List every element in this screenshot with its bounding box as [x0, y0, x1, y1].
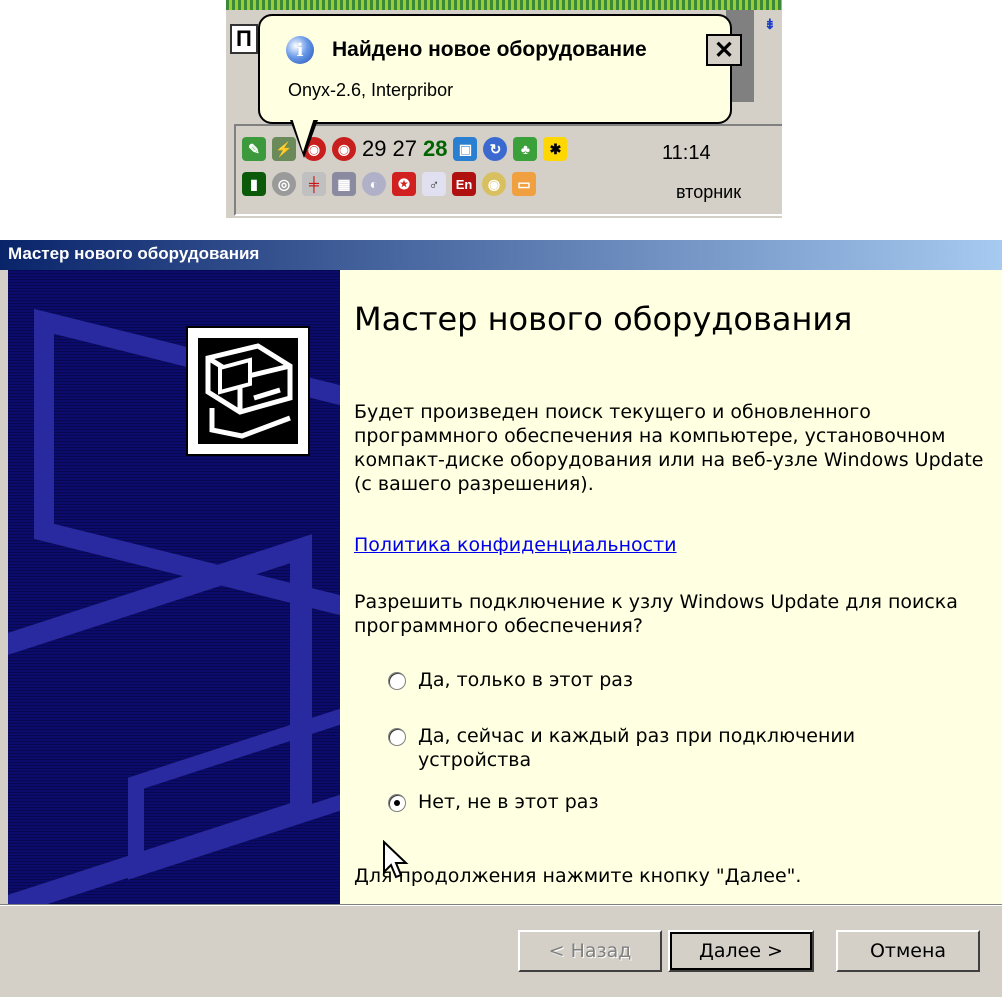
hardware-box-icon: [186, 326, 310, 456]
radio-button[interactable]: [388, 728, 406, 746]
radio-label: Нет, не в этот раз: [418, 791, 599, 813]
balloon-close-button[interactable]: ✕: [706, 34, 742, 66]
clock-time[interactable]: 11:14: [662, 142, 711, 165]
hardware-card-icon: [205, 343, 293, 439]
monitor-icon[interactable]: ▣: [453, 137, 478, 161]
clock-day: вторник: [676, 182, 742, 202]
window-title: Мастер нового оборудования: [8, 244, 260, 263]
mouse-cursor-icon: [383, 840, 409, 879]
tray-temp-3: 28: [422, 136, 448, 161]
folder-icon[interactable]: ▭: [512, 172, 536, 196]
tray-temp-1: 29: [362, 136, 387, 161]
wizard-content: Мастер нового оборудования Будет произве…: [340, 270, 1002, 904]
headset-icon-2[interactable]: ◉: [332, 137, 356, 161]
taskbar-partial-button[interactable]: П: [230, 24, 258, 54]
globe-icon[interactable]: ◐: [362, 172, 386, 196]
button-bar-divider: [0, 904, 1002, 906]
balloon-title: Найдено новое оборудование: [332, 38, 647, 61]
radio-label: Да, только в этот раз: [418, 669, 634, 691]
balloon-tail-fill: [292, 118, 314, 152]
cancel-button[interactable]: Отмена: [836, 930, 980, 972]
radio-button[interactable]: [388, 672, 406, 690]
radio-label: Да, сейчас и каждый раз при подключении …: [418, 725, 856, 771]
radio-button-selected[interactable]: [388, 794, 406, 812]
mouse-icon[interactable]: ♂: [422, 172, 446, 196]
radio-option-no[interactable]: Нет, не в этот раз: [388, 790, 599, 814]
continue-hint: Для продолжения нажмите кнопку "Далее".: [354, 865, 802, 887]
security-lock-icon[interactable]: ♣: [513, 137, 538, 161]
sync-icon[interactable]: ↻: [483, 137, 508, 161]
new-hardware-wizard: Мастер нового оборудования Мастер нового…: [0, 240, 1002, 997]
desktop-strip: [226, 0, 782, 10]
wizard-intro: Будет произведен поиск текущего и обновл…: [354, 401, 984, 495]
keyboard-icon[interactable]: ▦: [332, 172, 356, 196]
info-icon: i: [286, 36, 314, 64]
balloon-body: Onyx-2.6, Interpribor: [288, 80, 454, 100]
wizard-side-banner: [8, 270, 340, 904]
update-question: Разрешить подключение к узлу Windows Upd…: [354, 591, 958, 637]
flash-icon[interactable]: ✪: [392, 172, 416, 196]
window-titlebar[interactable]: Мастер нового оборудования: [0, 240, 1002, 270]
pen-tool-icon[interactable]: ✎: [242, 137, 266, 161]
privacy-policy-link[interactable]: Политика конфиденциальности: [354, 534, 677, 556]
cd-drive-icon[interactable]: ◉: [482, 172, 506, 196]
chart-bars-icon[interactable]: ▮: [242, 172, 266, 196]
radio-option-always[interactable]: Да, сейчас и каждый раз при подключении …: [388, 724, 908, 772]
next-button[interactable]: Далее >: [668, 930, 814, 972]
disk-icon[interactable]: ◎: [272, 172, 296, 196]
tray-temp-2: 27: [392, 136, 417, 161]
scroll-down-icon[interactable]: ⇟: [764, 16, 776, 33]
language-indicator[interactable]: En: [452, 172, 476, 196]
radio-option-once[interactable]: Да, только в этот раз: [388, 668, 633, 692]
wizard-heading: Мастер нового оборудования: [354, 300, 853, 338]
new-hardware-balloon[interactable]: i Найдено новое оборудование ✕ Onyx-2.6,…: [258, 14, 742, 158]
thermometer-icon[interactable]: ╪: [302, 172, 326, 196]
bug-icon[interactable]: ✱: [543, 137, 568, 161]
back-button[interactable]: < Назад: [518, 930, 662, 972]
tray-icons-row-2: ▮ ◎ ╪ ▦ ◐ ✪ ♂ En ◉ ▭: [242, 172, 536, 196]
